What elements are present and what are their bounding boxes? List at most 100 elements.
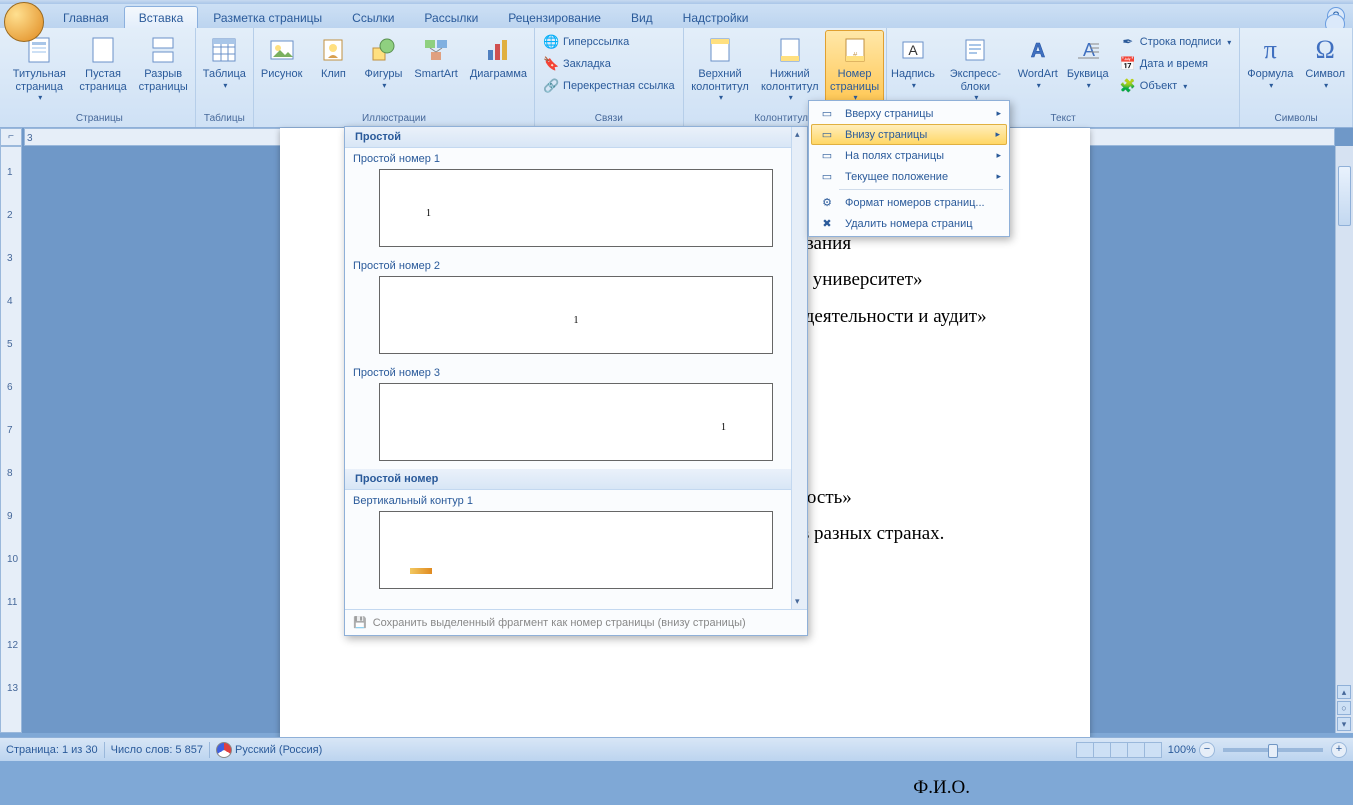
doc-signature: Ф.И.О. bbox=[460, 772, 1030, 804]
submenu-item-label: На полях страницы bbox=[845, 150, 944, 162]
svg-text:A: A bbox=[1083, 40, 1095, 60]
prev-page-nav[interactable]: ▴ bbox=[1337, 685, 1351, 699]
vertical-ruler[interactable]: 12345678910111213 bbox=[0, 146, 22, 733]
vertical-scrollbar[interactable]: ▴ ○ ▾ bbox=[1335, 146, 1353, 733]
status-language[interactable]: Русский (Россия) bbox=[235, 744, 322, 756]
submenu-item[interactable]: ▭Вверху страницы▸ bbox=[811, 103, 1007, 124]
clip-button[interactable]: Клип bbox=[309, 30, 357, 82]
chevron-right-icon: ▸ bbox=[996, 150, 1001, 161]
gallery-header: Простой номер bbox=[345, 469, 807, 490]
textbox-icon: A bbox=[897, 34, 929, 66]
gallery-item[interactable]: Вертикальный контур 1 bbox=[345, 490, 807, 597]
page-number-button[interactable]: # Номер страницы▾ bbox=[825, 30, 884, 103]
group-label-links: Связи bbox=[537, 111, 681, 127]
bookmark-button[interactable]: 🔖Закладка bbox=[539, 54, 679, 74]
picture-icon bbox=[266, 34, 298, 66]
tab-главная[interactable]: Главная bbox=[48, 6, 124, 28]
gallery-item-label: Вертикальный контур 1 bbox=[353, 492, 799, 511]
group-label-illustrations: Иллюстрации bbox=[256, 111, 532, 127]
header-button[interactable]: Верхний колонтитул▾ bbox=[686, 30, 755, 103]
gallery-item[interactable]: Простой номер 3 bbox=[345, 362, 807, 469]
textbox-button[interactable]: A Надпись▾ bbox=[889, 30, 937, 91]
gallery-item[interactable]: Простой номер 2 bbox=[345, 255, 807, 362]
submenu-item[interactable]: ▭Текущее положение▸ bbox=[811, 166, 1007, 187]
gallery-scrollbar[interactable] bbox=[791, 127, 807, 609]
next-page-nav[interactable]: ▾ bbox=[1337, 717, 1351, 731]
wordart-icon: A bbox=[1022, 34, 1054, 66]
pagenum-icon: # bbox=[839, 34, 871, 66]
table-icon bbox=[208, 34, 240, 66]
submenu-item[interactable]: ▭Внизу страницы▸ bbox=[811, 124, 1007, 145]
tab-вставка[interactable]: Вставка bbox=[124, 6, 199, 28]
doc-line: альность» bbox=[770, 482, 1030, 514]
gallery-preview bbox=[379, 169, 773, 247]
chevron-right-icon: ▸ bbox=[996, 171, 1001, 182]
shapes-icon bbox=[367, 34, 399, 66]
datetime-button[interactable]: 📅Дата и время bbox=[1116, 54, 1235, 74]
blank-page-button[interactable]: Пустая страница bbox=[75, 30, 132, 94]
picture-button[interactable]: Рисунок bbox=[256, 30, 308, 82]
browse-object-nav[interactable]: ○ bbox=[1337, 701, 1351, 715]
signature-button[interactable]: ✒Строка подписи▾ bbox=[1116, 32, 1235, 52]
gallery-preview bbox=[379, 276, 773, 354]
chevron-right-icon: ▸ bbox=[995, 129, 1000, 140]
zoom-out-button[interactable]: − bbox=[1199, 742, 1215, 758]
submenu-item[interactable]: ▭На полях страницы▸ bbox=[811, 145, 1007, 166]
wordart-button[interactable]: A WordArt▾ bbox=[1014, 30, 1062, 91]
signature-icon: ✒ bbox=[1120, 34, 1136, 50]
view-buttons[interactable] bbox=[1077, 742, 1162, 758]
symbol-button[interactable]: Ω Символ▾ bbox=[1300, 30, 1350, 91]
group-label-pages: Страницы bbox=[6, 111, 193, 127]
zoom-in-button[interactable]: + bbox=[1331, 742, 1347, 758]
footer-button[interactable]: Нижний колонтитул▾ bbox=[756, 30, 823, 103]
tab-разметка страницы[interactable]: Разметка страницы bbox=[198, 6, 337, 28]
quickparts-icon bbox=[959, 34, 991, 66]
svg-text:A: A bbox=[1031, 40, 1045, 62]
globe-icon: 🌐 bbox=[543, 34, 559, 50]
tab-рассылки[interactable]: Рассылки bbox=[409, 6, 493, 28]
equation-icon: π bbox=[1254, 34, 1286, 66]
chart-icon bbox=[482, 34, 514, 66]
status-zoom[interactable]: 100% bbox=[1168, 744, 1196, 756]
ruler-corner: ⌐ bbox=[0, 128, 22, 146]
submenu-item-label: Формат номеров страниц... bbox=[845, 197, 985, 209]
ribbon: Титульная страница▾ Пустая страница Разр… bbox=[0, 28, 1353, 128]
svg-text:A: A bbox=[908, 42, 918, 58]
header-icon bbox=[704, 34, 736, 66]
submenu-item-label: Внизу страницы bbox=[845, 129, 927, 141]
tab-вид[interactable]: Вид bbox=[616, 6, 668, 28]
footer-icon bbox=[774, 34, 806, 66]
help-icon[interactable]: ? bbox=[1327, 7, 1345, 25]
page-break-button[interactable]: Разрыв страницы bbox=[134, 30, 193, 94]
pagenum-gallery: Простой Простой номер 1Простой номер 2Пр… bbox=[344, 126, 808, 636]
scrollbar-thumb[interactable] bbox=[1338, 166, 1351, 226]
submenu-item[interactable]: ⚙Формат номеров страниц... bbox=[811, 192, 1007, 213]
gallery-item[interactable]: Простой номер 1 bbox=[345, 148, 807, 255]
office-button[interactable] bbox=[4, 2, 44, 42]
group-label-tables: Таблицы bbox=[198, 111, 251, 127]
object-button[interactable]: 🧩Объект▾ bbox=[1116, 76, 1235, 96]
tab-рецензирование[interactable]: Рецензирование bbox=[493, 6, 616, 28]
tab-надстройки[interactable]: Надстройки bbox=[668, 6, 764, 28]
gallery-header: Простой bbox=[345, 127, 807, 148]
table-button[interactable]: Таблица▾ bbox=[198, 30, 251, 91]
hyperlink-button[interactable]: 🌐Гиперссылка bbox=[539, 32, 679, 52]
tab-ссылки[interactable]: Ссылки bbox=[337, 6, 409, 28]
cover-page-button[interactable]: Титульная страница▾ bbox=[6, 30, 73, 103]
quickparts-button[interactable]: Экспресс-блоки▾ bbox=[939, 30, 1012, 103]
save-selection-icon: 💾 bbox=[353, 616, 367, 629]
equation-button[interactable]: π Формула▾ bbox=[1242, 30, 1298, 91]
calendar-icon: 📅 bbox=[1120, 56, 1136, 72]
submenu-item-label: Удалить номера страниц bbox=[845, 218, 973, 230]
smartart-button[interactable]: SmartArt bbox=[409, 30, 462, 82]
zoom-slider[interactable] bbox=[1223, 748, 1323, 752]
status-words[interactable]: Число слов: 5 857 bbox=[111, 744, 203, 756]
submenu-item[interactable]: ✖Удалить номера страниц bbox=[811, 213, 1007, 234]
crossref-button[interactable]: 🔗Перекрестная ссылка bbox=[539, 76, 679, 96]
shapes-button[interactable]: Фигуры▾ bbox=[359, 30, 407, 91]
chart-button[interactable]: Диаграмма bbox=[465, 30, 532, 82]
status-page[interactable]: Страница: 1 из 30 bbox=[6, 744, 98, 756]
page-current-icon: ▭ bbox=[817, 170, 837, 183]
gallery-footer[interactable]: 💾 Сохранить выделенный фрагмент как номе… bbox=[345, 609, 807, 635]
dropcap-button[interactable]: A Буквица▾ bbox=[1064, 30, 1112, 91]
